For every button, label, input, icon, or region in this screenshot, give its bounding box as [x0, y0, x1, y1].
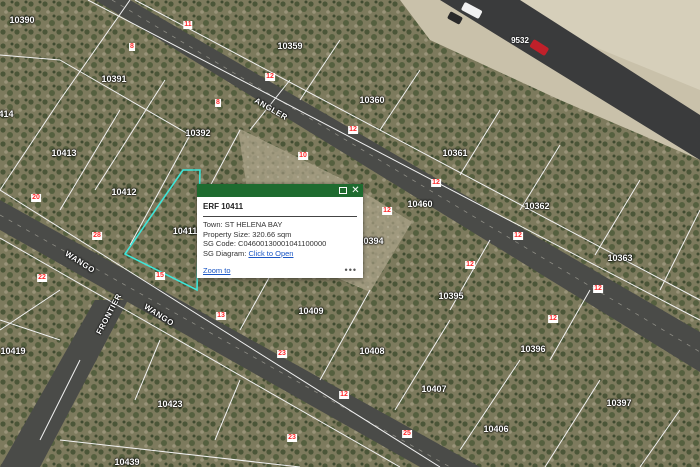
zoom-to-link[interactable]: Zoom to — [203, 266, 231, 275]
dimension-label: 22 — [37, 274, 47, 282]
dimension-label: 12 — [593, 285, 603, 293]
town-label: Town: — [203, 220, 223, 229]
sg-diagram-field: SG Diagram: Click to Open — [197, 249, 363, 259]
sg-diagram-label: SG Diagram: — [203, 248, 247, 258]
divider — [203, 216, 357, 217]
dimension-label: 25 — [402, 430, 412, 438]
town-field: Town: ST HELENA BAY — [197, 220, 363, 230]
dimension-label: 8 — [129, 43, 135, 51]
town-value: ST HELENA BAY — [224, 220, 283, 229]
dimension-label: 15 — [155, 272, 165, 280]
dimension-label: 12 — [548, 315, 558, 323]
dimension-label: 23 — [277, 350, 287, 358]
dimension-label: 20 — [31, 194, 41, 202]
dimension-label: 8 — [215, 99, 221, 107]
dimension-label: 12 — [348, 126, 358, 134]
popup-title: ERF 10411 — [203, 202, 244, 211]
dimension-label: 12 — [431, 179, 441, 187]
popup-header: ✕ — [197, 184, 363, 197]
size-label: Property Size: — [203, 229, 251, 239]
map-canvas[interactable]: 10390 10359 10391 414 10360 10392 10413 … — [0, 0, 700, 467]
property-size-field: Property Size: 320.66 sqm — [197, 230, 363, 240]
dimension-label: 11 — [183, 21, 193, 29]
sg-diagram-link[interactable]: Click to Open — [248, 249, 293, 258]
dimension-label: 12 — [382, 207, 392, 215]
dimension-label: 23 — [287, 434, 297, 442]
size-value: 320.66 sqm — [252, 229, 292, 239]
dimension-label: 28 — [92, 232, 102, 240]
road-label: 9532 — [511, 36, 529, 45]
dimension-label: 10 — [298, 152, 308, 160]
sg-code-label: SG Code: — [203, 239, 236, 248]
parcel-info-popup: ✕ ERF 10411 Town: ST HELENA BAY Property… — [197, 184, 363, 278]
dimension-label: 12 — [465, 261, 475, 269]
restore-icon[interactable] — [338, 186, 347, 195]
sg-code-value: C04600130001041100000 — [238, 239, 327, 248]
dimension-label: 12 — [513, 232, 523, 240]
popup-footer: Zoom to ••• — [203, 265, 357, 275]
more-options-icon[interactable]: ••• — [345, 265, 357, 275]
sg-code-field: SG Code: C04600130001041100000 — [197, 239, 363, 249]
dimension-label: 12 — [265, 73, 275, 81]
close-icon[interactable]: ✕ — [351, 186, 360, 196]
dimension-label: 13 — [216, 312, 226, 320]
dimension-label: 12 — [339, 391, 349, 399]
